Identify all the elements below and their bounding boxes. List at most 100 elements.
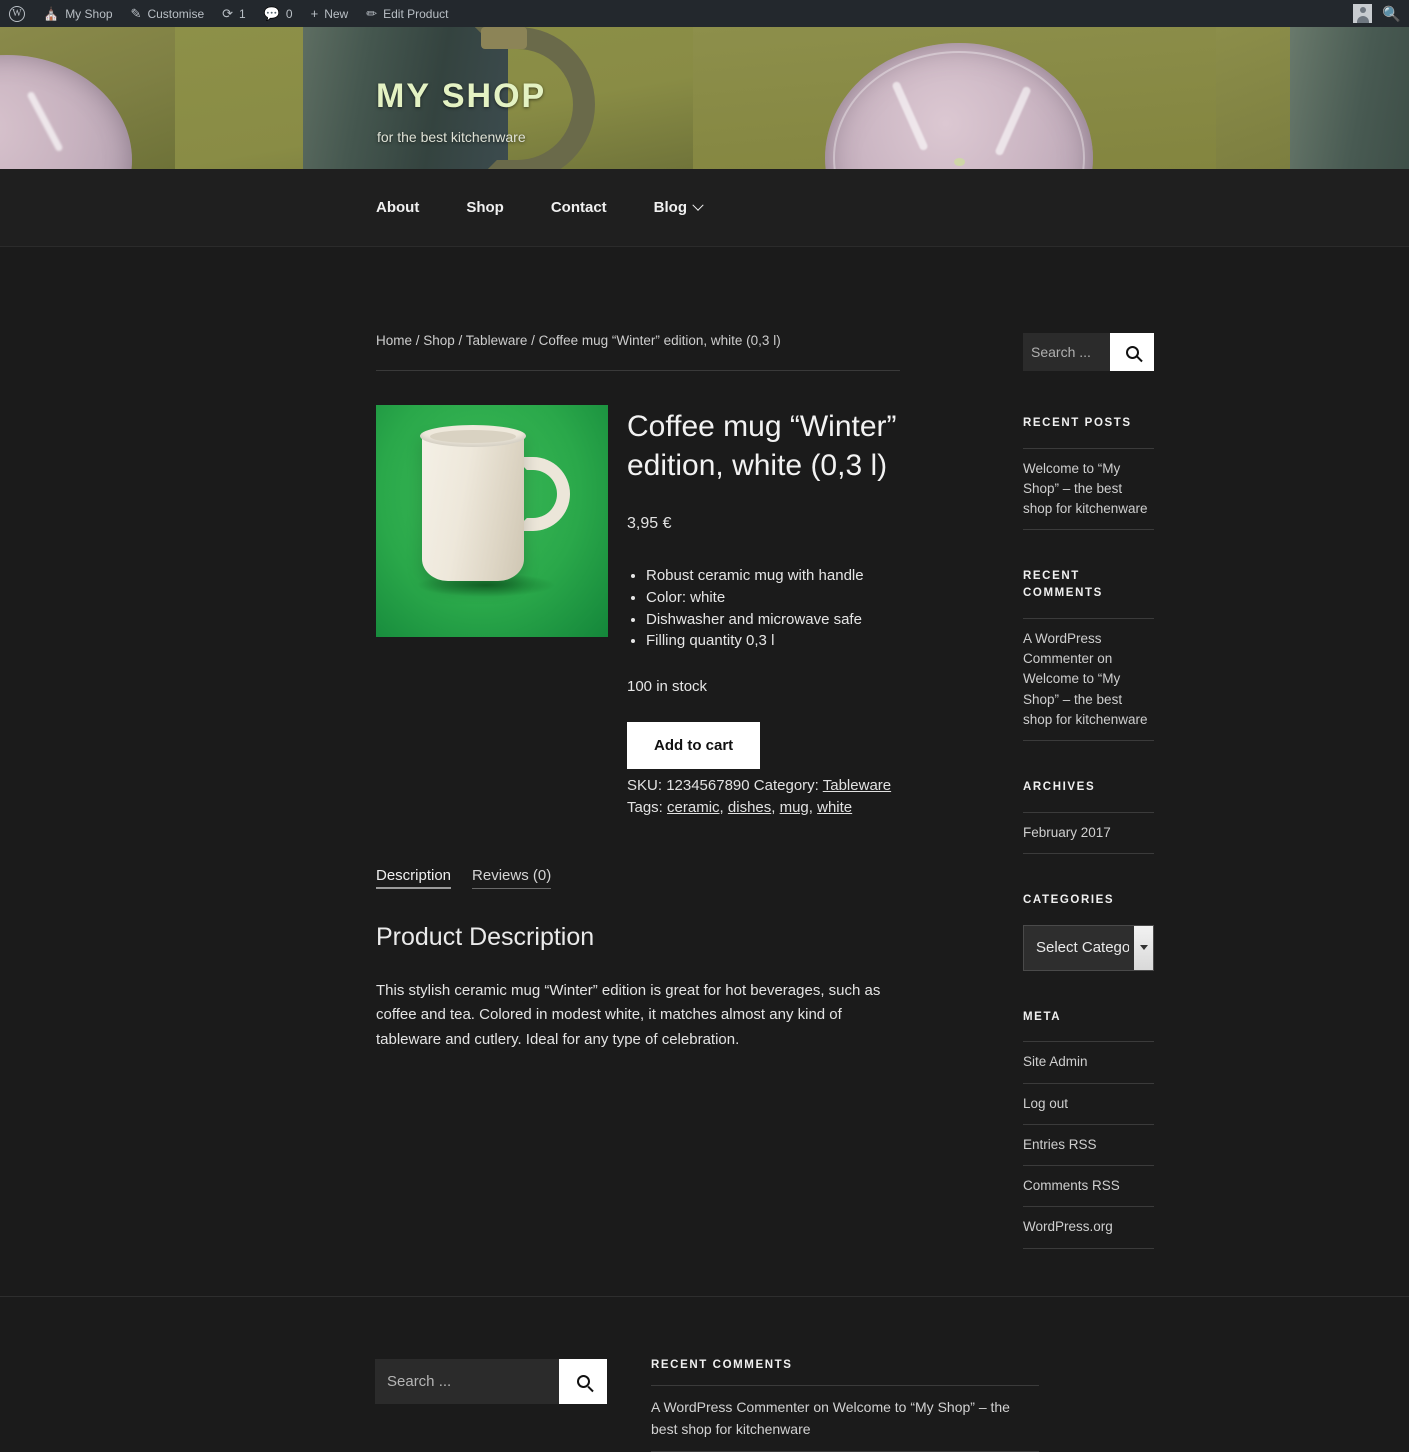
widget-title-archives: Archives: [1023, 781, 1096, 794]
widget-recent-comments: Recent Comments A WordPress Commenter on…: [1023, 568, 1154, 742]
admin-bar-updates[interactable]: ⟳ 1: [213, 0, 255, 27]
site-footer: Recent Comments A WordPress Commenter on…: [0, 1296, 1409, 1452]
comment-icon: 💬: [263, 6, 280, 21]
archives-list: February 2017: [1023, 811, 1154, 854]
edit-icon: ✏: [366, 6, 378, 21]
nav-item-blog[interactable]: Blog: [653, 199, 704, 216]
list-item[interactable]: Welcome to “My Shop” – the best shop for…: [1023, 447, 1154, 531]
admin-bar-site-label: My Shop: [65, 6, 113, 21]
meta-link-site-admin[interactable]: Site Admin: [1023, 1054, 1088, 1069]
meta-link-log-out[interactable]: Log out: [1023, 1096, 1068, 1111]
content-wrapper: Home / Shop / Tableware / Coffee mug “Wi…: [0, 247, 1409, 1287]
footer-search-input[interactable]: [375, 1359, 559, 1404]
product-feature-list: Robust ceramic mug with handle Color: wh…: [627, 565, 900, 652]
list-item: Filling quantity 0,3 l: [646, 630, 900, 652]
add-to-cart-button[interactable]: Add to cart: [627, 722, 761, 769]
wp-admin-bar: ⛪ My Shop ✎ Customise ⟳ 1 💬 0 + New ✏ Ed…: [0, 0, 1409, 27]
tag-link-white[interactable]: white: [817, 799, 852, 816]
list-item[interactable]: WordPress.org: [1023, 1206, 1154, 1249]
site-title: MY SHOP: [376, 77, 547, 115]
widget-title-recent-posts: Recent Posts: [1023, 417, 1132, 429]
product-summary: Coffee mug “Winter” edition, white (0,3 …: [376, 405, 900, 819]
nav-item-blog-label: Blog: [653, 199, 687, 216]
search-icon: [1125, 345, 1139, 359]
nav-item-contact-label: Contact: [550, 199, 607, 216]
site-icon: ⛪: [43, 6, 60, 21]
list-item[interactable]: A WordPress Commenter on Welcome to “My …: [651, 1385, 1039, 1452]
search-icon[interactable]: 🔍: [1382, 5, 1401, 23]
product-details: Coffee mug “Winter” edition, white (0,3 …: [627, 405, 900, 819]
meta-link-comments-rss[interactable]: Comments RSS: [1023, 1178, 1120, 1193]
admin-bar-new[interactable]: + New: [302, 0, 358, 27]
widget-categories: Categories Select Category: [1023, 892, 1154, 971]
admin-bar-edit-product[interactable]: ✏ Edit Product: [357, 0, 457, 27]
sku-label: SKU:: [627, 777, 663, 794]
primary-navigation: About Shop Contact Blog: [0, 169, 1409, 247]
nav-item-about[interactable]: About: [376, 199, 419, 216]
site-tagline: for the best kitchenware: [377, 129, 526, 145]
widget-title-meta: Meta: [1023, 1010, 1062, 1023]
footer-widget-title-recent-comments: Recent Comments: [651, 1359, 793, 1371]
recent-post-link[interactable]: Welcome to “My Shop” – the best shop for…: [1023, 461, 1148, 517]
meta-link-wordpress-org[interactable]: WordPress.org: [1023, 1219, 1113, 1234]
list-item[interactable]: A WordPress Commenter on Welcome to “My …: [1023, 617, 1154, 742]
plus-icon: +: [310, 6, 319, 21]
product-mug-body: [420, 425, 526, 581]
description-body: This stylish ceramic mug “Winter” editio…: [376, 982, 881, 1048]
breadcrumb[interactable]: Home / Shop / Tableware / Coffee mug “Wi…: [376, 333, 900, 371]
stock-status: 100 in stock: [627, 678, 708, 695]
sidebar-search-form: [1023, 333, 1154, 371]
product-image[interactable]: [376, 405, 608, 637]
recent-posts-list: Welcome to “My Shop” – the best shop for…: [1023, 447, 1154, 531]
footer-widgets: Recent Comments A WordPress Commenter on…: [0, 1297, 1409, 1452]
admin-bar-new-label: New: [324, 6, 349, 21]
archive-link-february-2017[interactable]: February 2017: [1023, 825, 1111, 840]
tag-link-dishes[interactable]: dishes: [728, 799, 771, 816]
search-input[interactable]: [1023, 333, 1110, 371]
category-select[interactable]: Select Category: [1023, 924, 1154, 971]
tag-link-ceramic[interactable]: ceramic: [667, 799, 720, 816]
footer-recent-comments-widget: Recent Comments A WordPress Commenter on…: [651, 1359, 1039, 1452]
list-item: Color: white: [646, 587, 900, 609]
product-meta: SKU: 1234567890 Category: Tableware Tags…: [627, 777, 892, 817]
list-item[interactable]: Site Admin: [1023, 1041, 1154, 1082]
recent-comments-list: A WordPress Commenter on Welcome to “My …: [1023, 617, 1154, 742]
admin-bar-updates-count: 1: [239, 6, 246, 21]
footer-search-widget: [375, 1359, 607, 1452]
admin-bar-account-name-redacted[interactable]: [1242, 8, 1346, 19]
list-item[interactable]: February 2017: [1023, 811, 1154, 854]
admin-bar-customise[interactable]: ✎ Customise: [122, 0, 214, 27]
tag-link-mug[interactable]: mug: [780, 799, 809, 816]
tab-description[interactable]: Description: [376, 867, 452, 890]
footer-search-form: [375, 1359, 607, 1404]
category-select-wrapper: Select Category: [1023, 924, 1154, 971]
list-item[interactable]: Comments RSS: [1023, 1165, 1154, 1206]
list-item: Dishwasher and microwave safe: [646, 609, 900, 631]
admin-bar-site-name[interactable]: ⛪ My Shop: [34, 0, 122, 27]
admin-bar-right: 🔍: [1242, 4, 1409, 23]
admin-bar-wp-logo[interactable]: [0, 0, 34, 27]
wordpress-logo-icon: [9, 5, 25, 22]
search-submit-button[interactable]: [1110, 333, 1154, 371]
tab-reviews[interactable]: Reviews (0): [472, 867, 552, 890]
widget-title-categories: Categories: [1023, 893, 1115, 906]
main-column: Home / Shop / Tableware / Coffee mug “Wi…: [376, 333, 900, 1287]
page-body: Home / Shop / Tableware / Coffee mug “Wi…: [0, 247, 1409, 1287]
pencil-icon: ✎: [130, 6, 142, 21]
nav-item-shop[interactable]: Shop: [466, 199, 504, 216]
chevron-down-icon: [692, 199, 704, 211]
sidebar: Recent Posts Welcome to “My Shop” – the …: [1023, 333, 1154, 1287]
user-avatar-icon[interactable]: [1353, 4, 1373, 23]
category-label: Category:: [753, 777, 819, 794]
admin-bar-comments[interactable]: 💬 0: [255, 0, 302, 27]
search-icon: [576, 1375, 590, 1388]
list-item[interactable]: Log out: [1023, 1082, 1154, 1124]
meta-link-entries-rss[interactable]: Entries RSS: [1023, 1137, 1097, 1152]
nav-item-contact[interactable]: Contact: [551, 199, 607, 216]
sku-value: 1234567890: [666, 777, 750, 794]
category-link-tableware[interactable]: Tableware: [823, 777, 891, 794]
widget-archives: Archives February 2017: [1023, 779, 1154, 854]
list-item[interactable]: Entries RSS: [1023, 1123, 1154, 1165]
nav-item-about-label: About: [376, 199, 420, 216]
footer-search-submit-button[interactable]: [559, 1359, 607, 1404]
